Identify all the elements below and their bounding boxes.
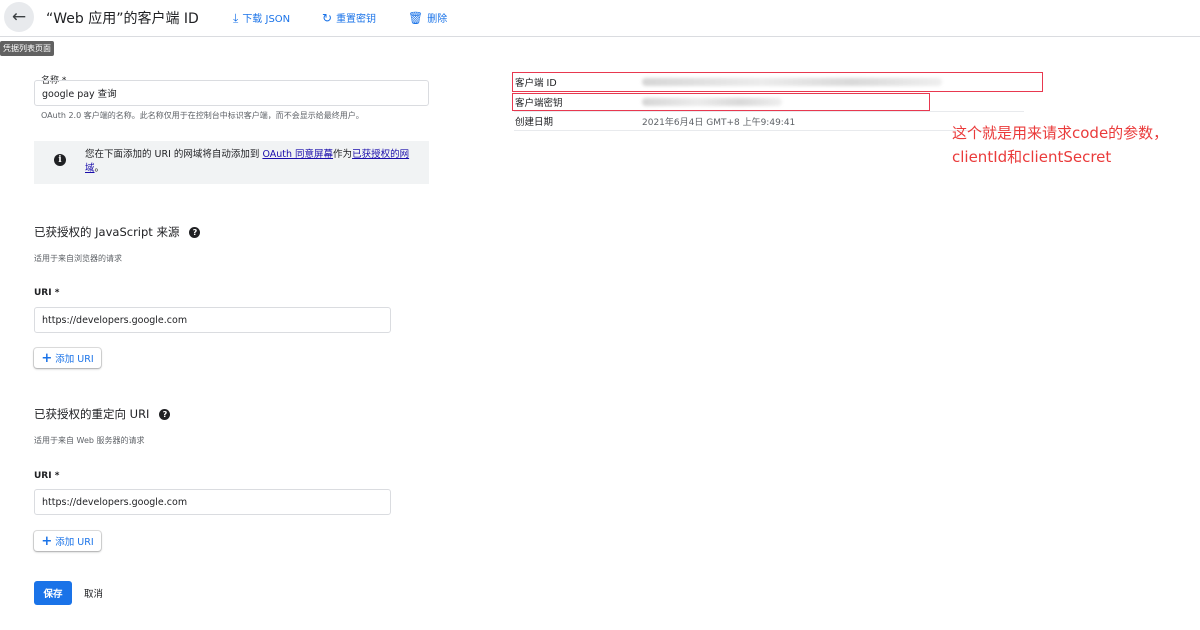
refresh-icon: ↻ [322, 10, 333, 25]
creation-date-row: 创建日期 2021年6月4日 GMT+8 上午9:49:41 [514, 111, 1024, 131]
cancel-button[interactable]: 取消 [84, 586, 103, 600]
js-origins-title: 已获授权的 JavaScript 来源 ? [34, 224, 201, 240]
redirect-uri-label: URI * [34, 471, 60, 481]
delete-button[interactable]: 🗑 删除 [408, 10, 448, 26]
name-input[interactable]: google pay 查询 [34, 80, 429, 106]
reset-secret-label: 重置密钥 [336, 14, 377, 25]
add-js-origin-uri-button[interactable]: + 添加 URI [34, 348, 101, 368]
name-input-value: google pay 查询 [42, 89, 117, 100]
info-text: 您在下面添加的 URI 的网域将自动添加到 OAuth 同意屏幕作为已获授权的网… [85, 148, 420, 176]
back-button[interactable]: ← [4, 2, 34, 32]
js-origin-uri-value: https://developers.google.com [42, 314, 188, 326]
top-app-bar: ← “Web 应用”的客户端 ID ⤓ 下载 JSON ↻ 重置密钥 🗑 删除 [0, 0, 1200, 37]
redirect-uri-input[interactable]: https://developers.google.com [34, 489, 391, 515]
info-text-part: 作为 [333, 149, 353, 160]
redirect-uris-title-text: 已获授权的重定向 URI [34, 407, 150, 421]
trash-icon: 🗑 [408, 10, 424, 25]
help-icon[interactable]: ? [159, 408, 171, 420]
page-title: “Web 应用”的客户端 ID [46, 11, 199, 27]
client-id-highlight-box [512, 72, 1043, 92]
info-text-part: 。 [94, 163, 105, 174]
redirect-uris-subtitle: 适用于来自 Web 服务器的请求 [34, 436, 145, 445]
add-uri-label: 添加 URI [55, 354, 94, 365]
oauth-consent-link[interactable]: OAuth 同意屏幕 [262, 149, 333, 160]
redirect-uris-title: 已获授权的重定向 URI ? [34, 406, 171, 422]
arrow-left-icon: ← [11, 7, 27, 27]
info-text-part: 您在下面添加的 URI 的网域将自动添加到 [85, 149, 260, 160]
annotation-text: 这个就是用来请求code的参数， clientId和clientSecret [952, 121, 1192, 169]
js-uri-label: URI * [34, 288, 60, 298]
annotation-line-1: 这个就是用来请求code的参数， [952, 124, 1169, 142]
js-origins-title-text: 已获授权的 JavaScript 来源 [34, 225, 180, 239]
creation-date-value: 2021年6月4日 GMT+8 上午9:49:41 [642, 118, 796, 128]
help-icon[interactable]: ? [189, 226, 201, 238]
annotation-line-2: clientId和clientSecret [952, 148, 1112, 166]
info-icon: i [54, 154, 66, 166]
save-button[interactable]: 保存 [34, 581, 72, 605]
plus-icon: + [41, 350, 53, 366]
add-uri-label: 添加 URI [55, 537, 94, 548]
download-json-label: 下载 JSON [242, 14, 291, 25]
name-help-text: OAuth 2.0 客户端的名称。此名称仅用于在控制台中标识客户端，而不会显示给… [41, 111, 364, 120]
reset-secret-button[interactable]: ↻ 重置密钥 [322, 10, 377, 26]
domain-info-box: i 您在下面添加的 URI 的网域将自动添加到 OAuth 同意屏幕作为已获授权… [34, 141, 429, 184]
plus-icon: + [41, 533, 53, 549]
delete-label: 删除 [427, 14, 448, 25]
js-origin-uri-input[interactable]: https://developers.google.com [34, 307, 391, 333]
back-tooltip: 凭据列表页面 [0, 41, 54, 56]
creation-date-label: 创建日期 [515, 117, 554, 128]
js-origins-subtitle: 适用于来自浏览器的请求 [34, 254, 122, 263]
download-json-button[interactable]: ⤓ 下载 JSON [233, 10, 291, 26]
add-redirect-uri-button[interactable]: + 添加 URI [34, 531, 101, 551]
redirect-uri-value: https://developers.google.com [42, 496, 188, 508]
client-secret-highlight-box [512, 93, 930, 111]
download-icon: ⤓ [233, 10, 239, 25]
